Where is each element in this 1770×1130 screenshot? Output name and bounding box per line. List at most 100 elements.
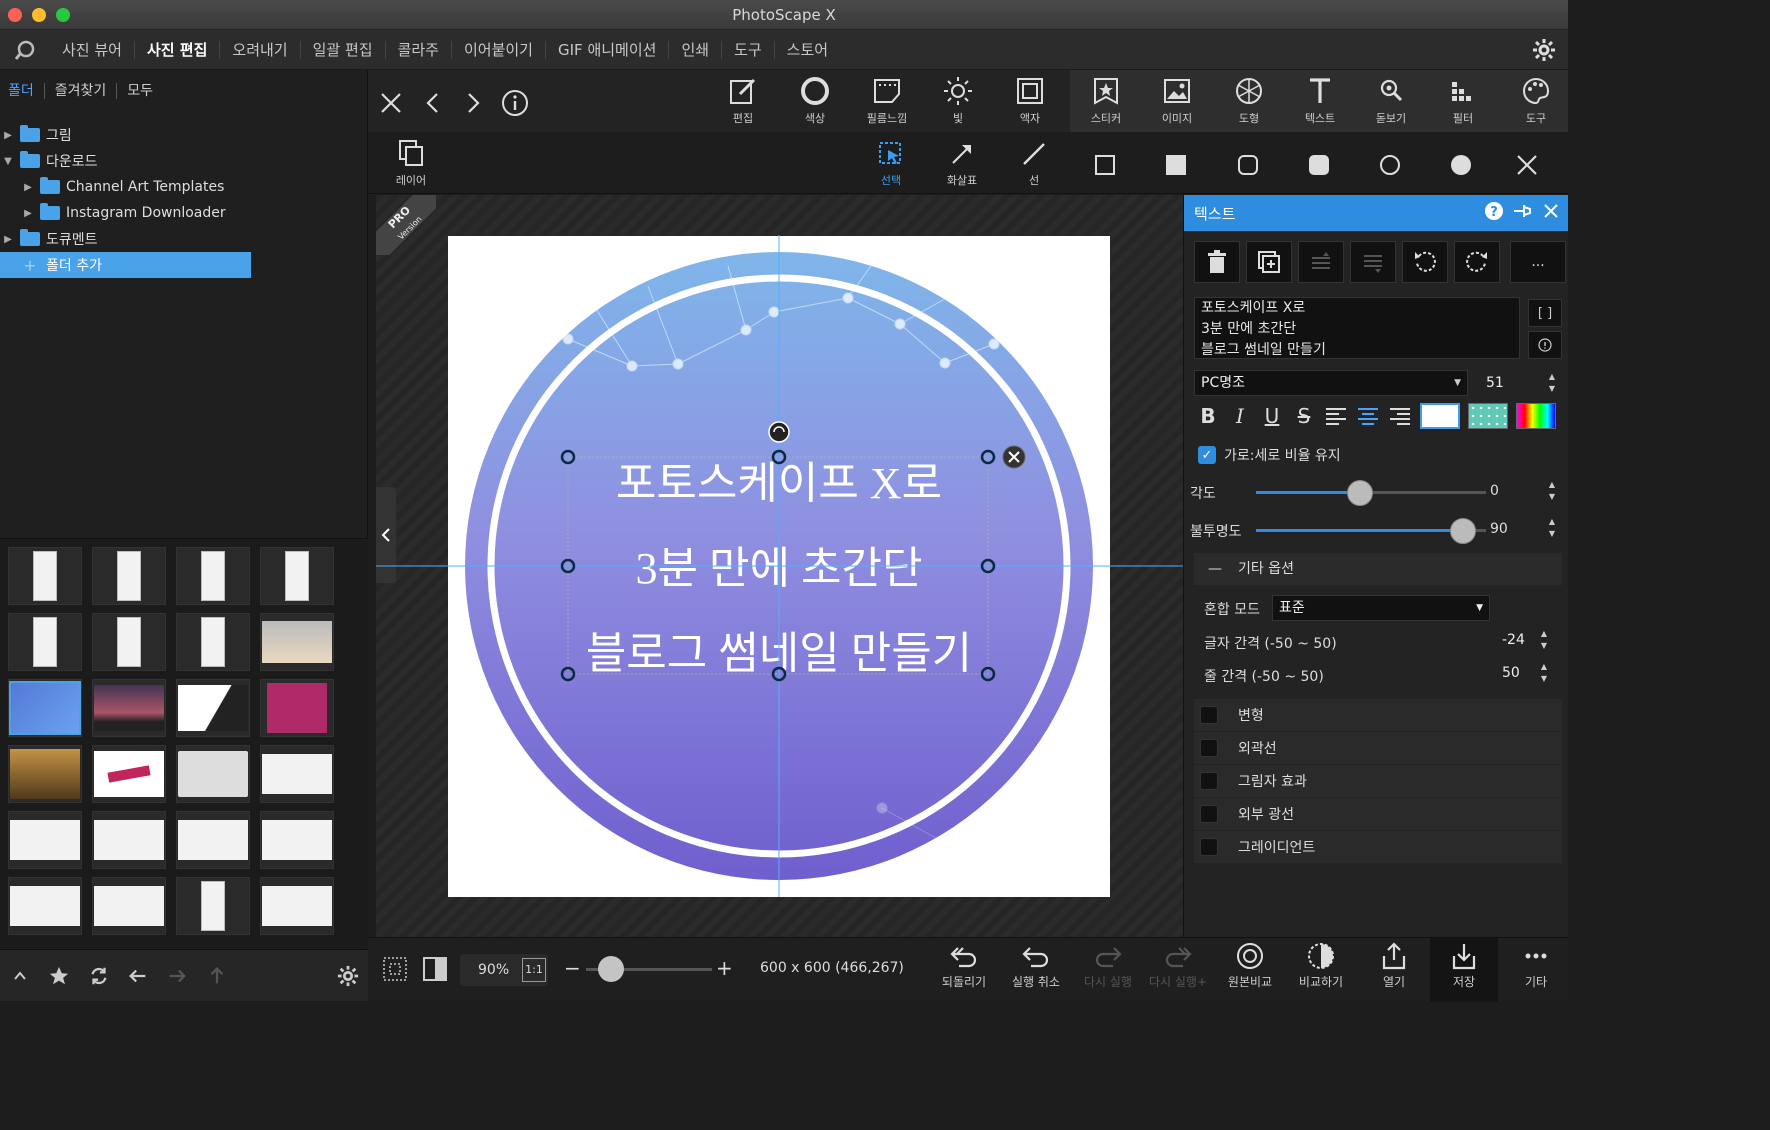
save-button[interactable]: 저장 — [1430, 938, 1498, 1002]
film-tool-button[interactable]: 필름느낌 — [857, 76, 917, 130]
thumbnail[interactable] — [8, 877, 82, 935]
rectangle-outline-tool-icon[interactable] — [1088, 148, 1122, 182]
bold-icon[interactable]: B — [1196, 403, 1220, 429]
compare-button[interactable]: 비교하기 — [1287, 942, 1355, 990]
blend-mode-select[interactable]: 표준 ▼ — [1272, 595, 1490, 621]
text-options-icon[interactable] — [1528, 331, 1562, 359]
rectangle-filled-tool-icon[interactable] — [1159, 148, 1193, 182]
chevron-up-icon[interactable] — [0, 956, 39, 996]
next-image-icon[interactable] — [456, 86, 490, 120]
expand-arrow-icon[interactable]: ▶ — [20, 208, 36, 219]
align-right-icon[interactable] — [1388, 403, 1412, 429]
text-content-input[interactable]: 포토스케이프 X로 3분 만에 초간단 블로그 썸네일 만들기 — [1194, 297, 1520, 359]
tree-item-downloads[interactable]: ▼ 다운로드 — [0, 148, 368, 174]
tab-all[interactable]: 모두 — [116, 83, 163, 99]
thumbnail[interactable] — [260, 811, 334, 869]
tree-item-instagram[interactable]: ▶ Instagram Downloader — [0, 200, 368, 226]
pattern-swatch[interactable] — [1468, 403, 1508, 429]
font-size-input[interactable]: 51 — [1480, 370, 1530, 396]
rounded-rect-outline-tool-icon[interactable] — [1231, 148, 1265, 182]
edit-tool-button[interactable]: 편집 — [713, 76, 773, 130]
thumbnail[interactable] — [260, 745, 334, 803]
font-size-stepper[interactable]: ▲ ▼ — [1546, 371, 1558, 397]
thumbnail[interactable] — [92, 745, 166, 803]
menu-combine[interactable]: 이어붙이기 — [450, 40, 545, 59]
rounded-rect-filled-tool-icon[interactable] — [1302, 148, 1336, 182]
expand-arrow-icon[interactable]: ▶ — [20, 182, 36, 193]
close-image-icon[interactable] — [374, 86, 408, 120]
zoom-out-minus-icon[interactable]: − — [564, 956, 581, 980]
refresh-icon[interactable] — [79, 956, 118, 996]
thumbnail[interactable] — [260, 547, 334, 605]
undo-button[interactable]: 실행 취소 — [1002, 942, 1070, 990]
menu-photo-editor[interactable]: 사진 편집 — [133, 40, 219, 59]
expand-arrow-icon[interactable]: ▶ — [0, 130, 16, 141]
circle-outline-tool-icon[interactable] — [1373, 148, 1407, 182]
thumbnail[interactable] — [92, 547, 166, 605]
canvas-area[interactable]: PRO Version 포토스케이프 X로 3분 만에 초간단 블로그 썸네일 … — [376, 195, 1183, 937]
delete-object-icon[interactable] — [1002, 445, 1026, 469]
angle-slider[interactable] — [1256, 480, 1486, 506]
thumbnail[interactable] — [92, 613, 166, 671]
tab-favorites[interactable]: 즐겨찾기 — [43, 83, 117, 99]
menu-photo-viewer[interactable]: 사진 뷰어 — [50, 41, 134, 59]
text-bracket-button[interactable]: [ ] — [1528, 299, 1562, 327]
angle-slider-knob[interactable] — [1347, 480, 1373, 506]
compare-original-button[interactable]: 원본비교 — [1216, 942, 1284, 990]
delete-icon[interactable] — [1194, 241, 1240, 283]
collapse-arrow-icon[interactable]: ▼ — [0, 156, 16, 167]
align-center-icon[interactable] — [1356, 403, 1380, 429]
menu-print[interactable]: 인쇄 — [668, 40, 721, 59]
thumbnail[interactable] — [176, 745, 250, 803]
close-panel-icon[interactable] — [1542, 202, 1560, 220]
effect-checkbox[interactable] — [1200, 772, 1218, 790]
tab-folders[interactable]: 폴더 — [8, 83, 44, 99]
align-left-icon[interactable] — [1324, 403, 1348, 429]
help-icon[interactable]: ? — [1484, 201, 1504, 221]
opacity-slider[interactable] — [1256, 518, 1486, 544]
undo-all-button[interactable]: 되돌리기 — [930, 942, 998, 990]
effect-shadow-row[interactable]: 그림자 효과 — [1194, 765, 1562, 797]
angle-stepper[interactable]: ▲ ▼ — [1546, 479, 1558, 505]
thumbnail[interactable] — [176, 547, 250, 605]
thumbnail[interactable] — [260, 679, 334, 737]
menu-tools[interactable]: 도구 — [721, 40, 774, 59]
underline-icon[interactable]: U — [1260, 403, 1284, 429]
layer-button[interactable]: 레이어 — [381, 138, 441, 192]
thumbnail[interactable] — [260, 613, 334, 671]
menu-batch[interactable]: 일괄 편집 — [299, 40, 385, 59]
effect-gradient-row[interactable]: 그레이디언트 — [1194, 831, 1562, 863]
color-tool-button[interactable]: 색상 — [785, 76, 845, 130]
browser-settings-gear-icon[interactable] — [329, 956, 368, 996]
duplicate-icon[interactable] — [1246, 241, 1292, 283]
open-button[interactable]: 열기 — [1360, 942, 1428, 990]
circle-filled-tool-icon[interactable] — [1444, 148, 1478, 182]
tools-tool-button[interactable]: 도구 — [1506, 76, 1566, 130]
text-tool-button[interactable]: 텍스트 — [1290, 76, 1350, 130]
opacity-slider-knob[interactable] — [1450, 518, 1476, 544]
menu-cut-out[interactable]: 오려내기 — [219, 40, 299, 59]
effect-checkbox[interactable] — [1200, 706, 1218, 724]
effect-checkbox[interactable] — [1200, 739, 1218, 757]
text-color-swatch[interactable] — [1420, 403, 1460, 429]
rotate-left-icon[interactable] — [1402, 241, 1448, 283]
effect-checkbox[interactable] — [1200, 838, 1218, 856]
shape-tool-button[interactable]: 도형 — [1219, 76, 1279, 130]
zoom-in-plus-icon[interactable]: + — [716, 956, 733, 980]
previous-image-icon[interactable] — [416, 86, 450, 120]
thumbnail[interactable] — [92, 877, 166, 935]
opacity-stepper[interactable]: ▲ ▼ — [1546, 516, 1558, 542]
gradient-swatch[interactable] — [1516, 403, 1556, 429]
thumbnail[interactable] — [176, 613, 250, 671]
thumbnail[interactable] — [8, 745, 82, 803]
keep-aspect-ratio-checkbox[interactable]: ✓ 가로:세로 비율 유지 — [1198, 445, 1341, 465]
menu-collage[interactable]: 콜라주 — [384, 40, 451, 59]
tree-item-documents[interactable]: ▶ 도큐멘트 — [0, 226, 368, 252]
crop-select-icon[interactable] — [378, 952, 412, 986]
light-tool-button[interactable]: 빛 — [928, 76, 988, 130]
tree-item-pictures[interactable]: ▶ 그림 — [0, 122, 368, 148]
effect-transform-row[interactable]: 변형 — [1194, 699, 1562, 731]
magnifier-tool-button[interactable]: 돋보기 — [1361, 76, 1421, 130]
sticker-tool-button[interactable]: 스티커 — [1076, 76, 1136, 130]
add-folder-button[interactable]: + 폴더 추가 — [0, 252, 251, 278]
